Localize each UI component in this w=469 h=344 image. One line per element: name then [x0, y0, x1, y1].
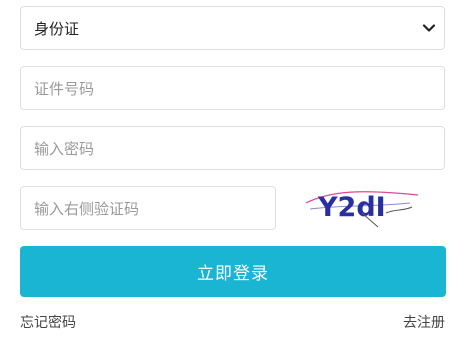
id-type-select[interactable]: 身份证: [20, 6, 445, 50]
id-number-input[interactable]: 证件号码: [20, 66, 445, 110]
password-placeholder: 输入密码: [34, 139, 95, 158]
captcha-placeholder: 输入右侧验证码: [34, 199, 140, 218]
chevron-down-icon: [422, 24, 436, 32]
password-input[interactable]: 输入密码: [20, 126, 445, 170]
captcha-input[interactable]: 输入右侧验证码: [20, 186, 276, 230]
captcha-text: Y2dI: [317, 192, 386, 223]
captcha-image[interactable]: Y2dI: [300, 183, 420, 233]
register-link[interactable]: 去注册: [403, 312, 445, 332]
forgot-password-link[interactable]: 忘记密码: [20, 312, 76, 332]
login-button[interactable]: 立即登录: [20, 246, 446, 297]
id-type-selected-value: 身份证: [34, 19, 80, 38]
id-number-placeholder: 证件号码: [34, 79, 95, 98]
